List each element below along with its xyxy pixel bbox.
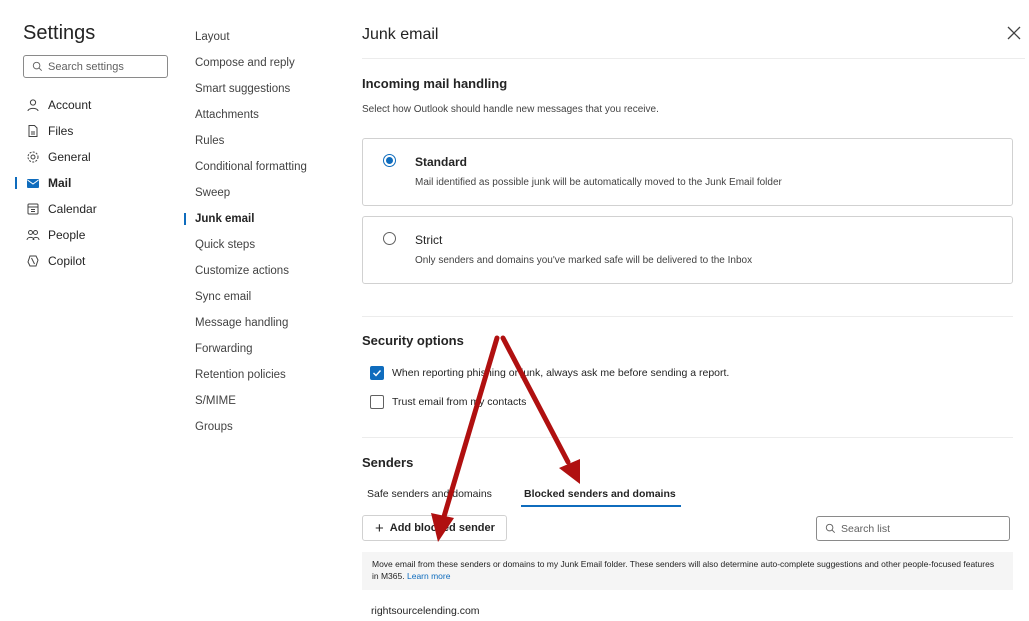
- senders-heading: Senders: [362, 455, 414, 470]
- sidebar-item-copilot[interactable]: Copilot: [0, 248, 180, 274]
- gear-icon: [26, 150, 40, 164]
- mail-settings-nav: Layout Compose and reply Smart suggestio…: [180, 0, 345, 621]
- sidebar-item-label: Mail: [48, 176, 72, 190]
- trust-contacts-label: Trust email from my contacts: [392, 396, 527, 408]
- sidebar-item-label: Account: [48, 98, 92, 112]
- settings-sidebar: Settings Search settings Account Files G…: [0, 0, 180, 621]
- subnav-item-conditional-formatting[interactable]: Conditional formatting: [180, 154, 345, 180]
- sidebar-item-label: Copilot: [48, 254, 86, 268]
- sidebar-item-general[interactable]: General: [0, 144, 180, 170]
- junk-email-panel: Junk email Incoming mail handling Select…: [345, 0, 1029, 621]
- close-icon[interactable]: [1005, 24, 1023, 42]
- subnav-item-rules[interactable]: Rules: [180, 128, 345, 154]
- standard-option-title: Standard: [415, 155, 468, 169]
- header-divider: [362, 58, 1025, 59]
- calendar-icon: [26, 202, 40, 216]
- section-divider: [362, 316, 1013, 317]
- strict-option-title: Strict: [415, 233, 443, 247]
- people-icon: [26, 228, 40, 242]
- learn-more-link[interactable]: Learn more: [407, 571, 450, 581]
- subnav-item-layout[interactable]: Layout: [180, 24, 345, 50]
- ask-before-report-label: When reporting phishing or junk, always …: [392, 367, 730, 379]
- sidebar-item-label: General: [48, 150, 91, 164]
- search-icon: [32, 61, 43, 72]
- blocked-senders-info-text: Move email from these senders or domains…: [372, 559, 995, 581]
- document-icon: [26, 124, 40, 138]
- strict-option-card[interactable]: Strict Only senders and domains you've m…: [362, 216, 1013, 284]
- subnav-item-message-handling[interactable]: Message handling: [180, 310, 345, 336]
- sidebar-item-calendar[interactable]: Calendar: [0, 196, 180, 222]
- list-item[interactable]: rightsourcelending.com: [371, 605, 480, 617]
- trust-contacts-checkbox[interactable]: [370, 395, 384, 409]
- checkmark-icon: [373, 370, 382, 377]
- sidebar-item-account[interactable]: Account: [0, 92, 180, 118]
- tab-safe-senders[interactable]: Safe senders and domains: [367, 488, 492, 500]
- strict-option-desc: Only senders and domains you've marked s…: [415, 255, 753, 266]
- search-list-input[interactable]: Search list: [816, 516, 1010, 541]
- settings-title: Settings: [23, 22, 96, 44]
- add-blocked-sender-label: Add blocked sender: [389, 522, 495, 534]
- standard-option-desc: Mail identified as possible junk will be…: [415, 177, 782, 188]
- sidebar-item-label: Calendar: [48, 202, 97, 216]
- plus-icon: +: [375, 519, 384, 537]
- ask-before-report-option[interactable]: When reporting phishing or junk, always …: [370, 366, 729, 380]
- search-list-placeholder: Search list: [841, 522, 891, 535]
- sidebar-item-mail[interactable]: Mail: [0, 170, 180, 196]
- add-blocked-sender-button[interactable]: + Add blocked sender: [362, 515, 507, 541]
- subnav-item-sweep[interactable]: Sweep: [180, 180, 345, 206]
- search-settings-input[interactable]: Search settings: [23, 55, 168, 78]
- sidebar-item-files[interactable]: Files: [0, 118, 180, 144]
- trust-contacts-option[interactable]: Trust email from my contacts: [370, 395, 526, 409]
- subnav-item-forwarding[interactable]: Forwarding: [180, 336, 345, 362]
- standard-radio[interactable]: [383, 154, 396, 167]
- sidebar-item-label: Files: [48, 124, 74, 138]
- subnav-item-smart-suggestions[interactable]: Smart suggestions: [180, 76, 345, 102]
- ask-before-report-checkbox[interactable]: [370, 366, 384, 380]
- subnav-item-compose-and-reply[interactable]: Compose and reply: [180, 50, 345, 76]
- subnav-item-smime[interactable]: S/MIME: [180, 388, 345, 414]
- subnav-item-sync-email[interactable]: Sync email: [180, 284, 345, 310]
- tab-blocked-senders[interactable]: Blocked senders and domains: [524, 488, 676, 500]
- strict-radio[interactable]: [383, 232, 396, 245]
- sidebar-item-people[interactable]: People: [0, 222, 180, 248]
- active-tab-indicator: [521, 505, 681, 507]
- sidebar-item-label: People: [48, 228, 86, 242]
- subnav-item-attachments[interactable]: Attachments: [180, 102, 345, 128]
- subnav-item-groups[interactable]: Groups: [180, 414, 345, 440]
- search-settings-placeholder: Search settings: [48, 60, 124, 73]
- blocked-senders-info: Move email from these senders or domains…: [362, 552, 1013, 590]
- person-icon: [26, 98, 40, 112]
- subnav-item-customize-actions[interactable]: Customize actions: [180, 258, 345, 284]
- subnav-item-retention-policies[interactable]: Retention policies: [180, 362, 345, 388]
- incoming-mail-heading: Incoming mail handling: [362, 76, 508, 91]
- copilot-icon: [26, 254, 40, 268]
- security-options-heading: Security options: [362, 333, 464, 348]
- incoming-mail-description: Select how Outlook should handle new mes…: [362, 104, 659, 115]
- standard-option-card[interactable]: Standard Mail identified as possible jun…: [362, 138, 1013, 206]
- mail-icon: [26, 176, 40, 190]
- section-divider: [362, 437, 1013, 438]
- subnav-item-junk-email[interactable]: Junk email: [180, 206, 345, 232]
- subnav-item-quick-steps[interactable]: Quick steps: [180, 232, 345, 258]
- search-icon: [825, 523, 836, 534]
- page-title: Junk email: [362, 26, 439, 43]
